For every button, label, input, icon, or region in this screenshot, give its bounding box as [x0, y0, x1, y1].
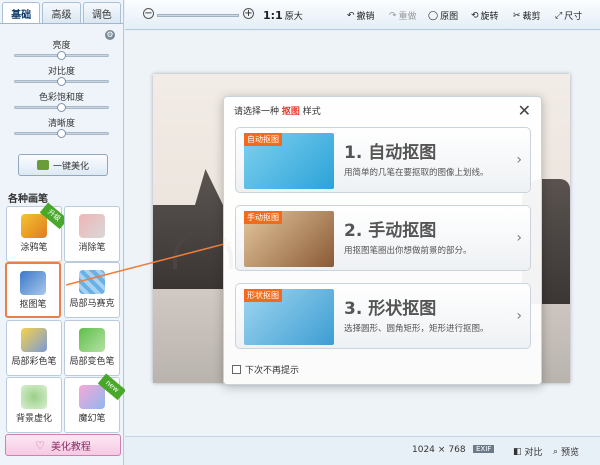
times-sign: × [437, 445, 446, 455]
close-icon[interactable]: ✕ [518, 101, 531, 120]
option-desc: 用抠图笔圈出你想做前景的部分。 [344, 246, 472, 256]
option-tag: 手动抠图 [244, 211, 282, 224]
option-auto-cutout[interactable]: 自动抠图 1. 自动抠图 用简单的几笔在要抠取的图像上划线。 › [235, 127, 531, 193]
exif-label: EXIF [476, 445, 492, 453]
option-desc: 选择圆形、圆角矩形，矩形进行抠图。 [344, 324, 489, 334]
option-desc: 用简单的几笔在要抠取的图像上划线。 [344, 168, 489, 178]
preview-label: 预览 [561, 448, 580, 458]
dialog-title-suffix: 样式 [302, 107, 321, 117]
callout-arrow-line [65, 241, 233, 286]
chevron-right-icon: › [516, 308, 522, 324]
compare-label: 对比 [524, 448, 543, 458]
dialog-title: 请选择一种 抠图 样式 [234, 104, 321, 117]
preview-button[interactable]: ⌕ 预览 [553, 445, 580, 459]
chevron-right-icon: › [516, 152, 522, 168]
option-title: 2. 手动抠图 [344, 221, 437, 241]
image-dimensions: 1024 × 768 [412, 445, 466, 455]
dont-show-label: 下次不再提示 [245, 366, 300, 376]
dialog-title-prefix: 请选择一种 [234, 107, 280, 117]
compare-icon: ◧ [513, 446, 522, 457]
compare-button[interactable]: ◧ 对比 [513, 445, 543, 459]
status-bar: 1024 × 768 EXIF ◧ 对比 ⌕ 预览 [125, 436, 600, 465]
dont-show-checkbox[interactable] [232, 365, 241, 374]
option-tag: 形状抠图 [244, 289, 282, 302]
preview-icon: ⌕ [553, 446, 559, 457]
dont-show-again[interactable]: 下次不再提示 [232, 363, 299, 376]
chevron-right-icon: › [516, 230, 522, 246]
exif-button[interactable]: EXIF [473, 445, 495, 453]
option-title: 1. 自动抠图 [344, 143, 437, 163]
option-manual-cutout[interactable]: 手动抠图 2. 手动抠图 用抠图笔圈出你想做前景的部分。 › [235, 205, 531, 271]
cutout-style-dialog: 请选择一种 抠图 样式 ✕ 自动抠图 1. 自动抠图 用简单的几笔在要抠取的图像… [223, 96, 542, 385]
image-width: 1024 [412, 445, 435, 455]
image-height: 768 [448, 445, 466, 455]
option-title: 3. 形状抠图 [344, 299, 437, 319]
dialog-title-highlight: 抠图 [281, 107, 300, 117]
option-shape-cutout[interactable]: 形状抠图 3. 形状抠图 选择圆形、圆角矩形，矩形进行抠图。 › [235, 283, 531, 349]
option-tag: 自动抠图 [244, 133, 282, 146]
